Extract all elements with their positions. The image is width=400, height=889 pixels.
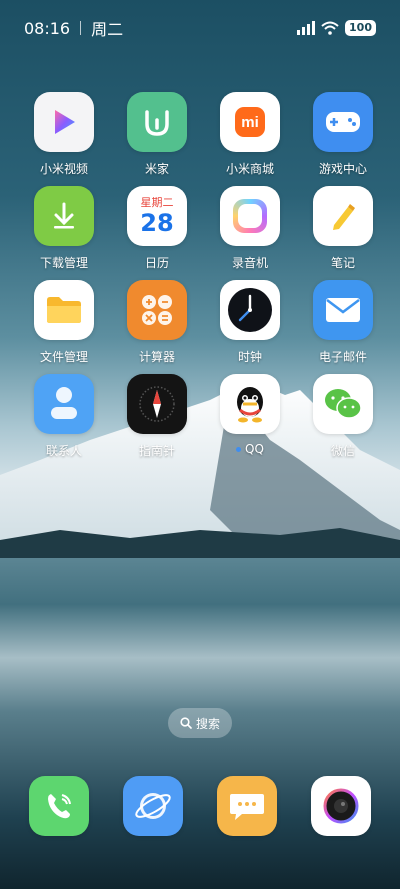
app-label: 文件管理 <box>39 350 88 364</box>
app-label: 联系人 <box>45 444 82 458</box>
search-label: 搜索 <box>195 716 220 731</box>
gamepad-icon <box>313 92 373 152</box>
qq-icon <box>220 374 280 434</box>
app-label: 小米视频 <box>39 162 88 176</box>
app-calculator[interactable]: 计算器 <box>115 280 199 364</box>
app-label: QQ <box>236 442 264 456</box>
app-file-manager[interactable]: 文件管理 <box>22 280 106 364</box>
wifi-icon <box>321 21 339 35</box>
app-mi-video[interactable]: 小米视频 <box>22 92 106 176</box>
mi-store-icon: mi <box>220 92 280 152</box>
app-recorder[interactable]: 录音机 <box>208 186 292 270</box>
app-label: 计算器 <box>138 350 175 364</box>
search-button[interactable]: 搜索 <box>168 708 232 738</box>
app-label: 指南针 <box>138 444 175 458</box>
contacts-icon <box>34 374 94 434</box>
app-label: 电子邮件 <box>318 350 367 364</box>
app-contacts[interactable]: 联系人 <box>22 374 106 458</box>
app-mi-store[interactable]: mi 小米商城 <box>208 92 292 176</box>
app-label: 微信 <box>330 444 355 458</box>
app-label: 游戏中心 <box>318 162 367 176</box>
browser-icon[interactable] <box>123 776 183 836</box>
app-clock[interactable]: 时钟 <box>208 280 292 364</box>
messages-icon[interactable] <box>217 776 277 836</box>
wechat-icon <box>313 374 373 434</box>
app-calendar[interactable]: 星期二 28 日历 <box>115 186 199 270</box>
notes-icon <box>313 186 373 246</box>
calendar-weekday: 星期二 <box>140 195 174 209</box>
compass-icon <box>127 374 187 434</box>
recorder-icon <box>220 186 280 246</box>
mail-icon <box>313 280 373 340</box>
play-icon <box>34 92 94 152</box>
app-mijia[interactable]: 米家 <box>115 92 199 176</box>
app-label: 日历 <box>144 256 169 270</box>
folder-icon <box>34 280 94 340</box>
signal-icon <box>297 21 316 35</box>
app-label: 时钟 <box>237 350 262 364</box>
search-icon <box>180 717 192 729</box>
status-time: 08:16 <box>24 18 71 38</box>
app-wechat[interactable]: 微信 <box>301 374 385 458</box>
app-label-text: QQ <box>245 442 264 456</box>
app-downloads[interactable]: 下载管理 <box>22 186 106 270</box>
notification-dot <box>236 447 242 452</box>
dock <box>29 776 371 836</box>
app-notes[interactable]: 笔记 <box>301 186 385 270</box>
app-label: 笔记 <box>330 256 355 270</box>
status-bar: 08:16 周二 100 <box>0 0 400 56</box>
calculator-icon <box>127 280 187 340</box>
camera-icon[interactable] <box>311 776 371 836</box>
app-label: 下载管理 <box>39 256 88 270</box>
mijia-icon <box>127 92 187 152</box>
app-grid: 小米视频 米家 mi 小米商城 游戏中心 下载管理 星期二 28 日历 录音机 … <box>22 92 378 458</box>
app-label: 小米商城 <box>225 162 274 176</box>
status-divider <box>80 21 82 35</box>
battery-indicator: 100 <box>345 20 376 36</box>
calendar-day: 28 <box>140 208 174 237</box>
app-qq[interactable]: QQ <box>208 374 292 456</box>
app-label: 米家 <box>144 162 169 176</box>
app-email[interactable]: 电子邮件 <box>301 280 385 364</box>
app-label: 录音机 <box>231 256 268 270</box>
status-weekday: 周二 <box>91 20 124 39</box>
phone-icon[interactable] <box>29 776 89 836</box>
download-icon <box>34 186 94 246</box>
clock-icon <box>220 280 280 340</box>
app-compass[interactable]: 指南针 <box>115 374 199 458</box>
app-game-center[interactable]: 游戏中心 <box>301 92 385 176</box>
calendar-icon: 星期二 28 <box>127 186 187 246</box>
